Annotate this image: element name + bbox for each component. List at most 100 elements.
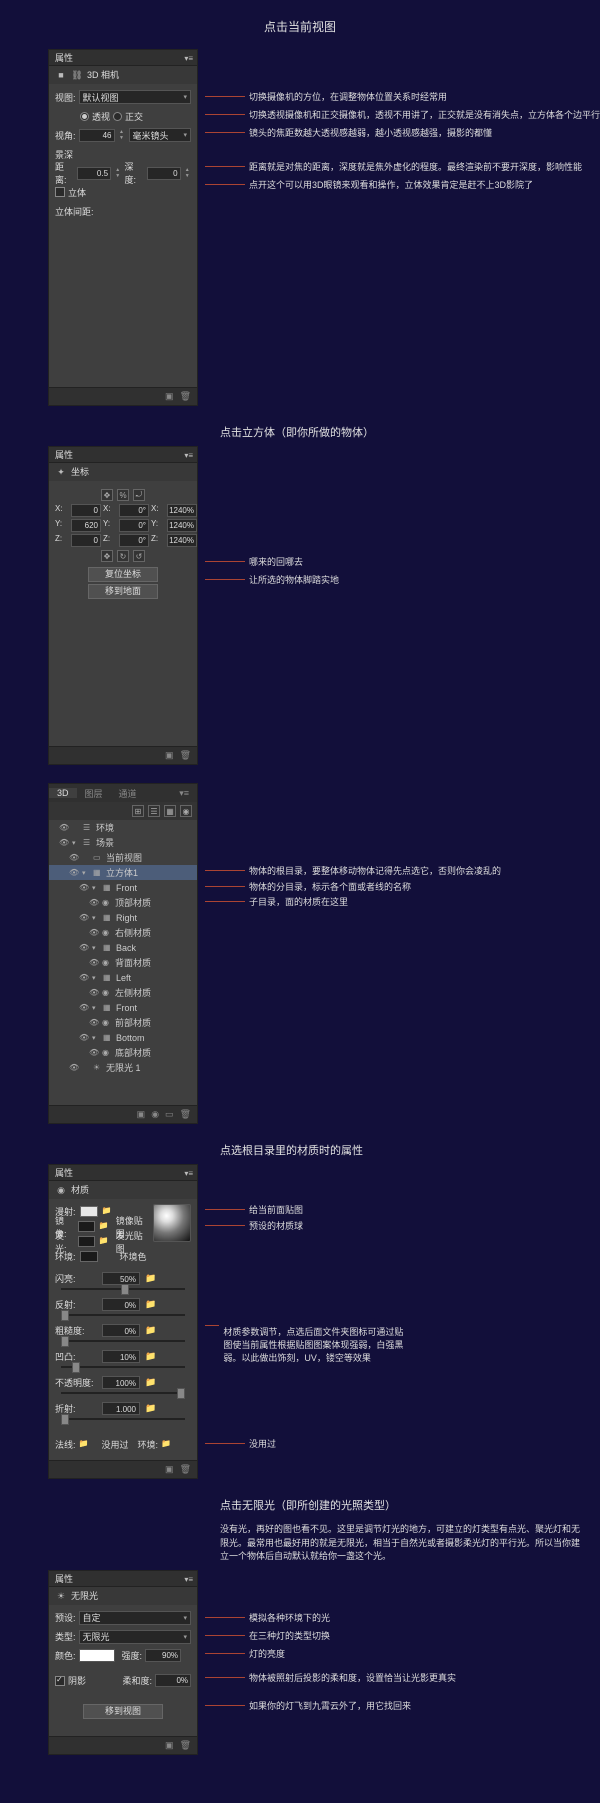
tool-icon[interactable]: ✥ bbox=[101, 550, 113, 562]
eye-icon[interactable]: 👁 bbox=[79, 1033, 89, 1043]
reflect-input[interactable]: 0% bbox=[102, 1298, 140, 1311]
trash-icon[interactable]: 🗑 bbox=[180, 1464, 191, 1475]
expand-icon[interactable]: ▾ bbox=[92, 914, 100, 922]
shadow-checkbox[interactable] bbox=[55, 1676, 65, 1686]
tree-left[interactable]: 👁▾▦Left bbox=[49, 970, 197, 985]
tree-top-mat[interactable]: 👁◉顶部材质 bbox=[49, 895, 197, 910]
rough-input[interactable]: 0% bbox=[102, 1324, 140, 1337]
refract-slider[interactable] bbox=[61, 1418, 185, 1420]
tree-front[interactable]: 👁▾▦Front bbox=[49, 880, 197, 895]
distance-spinner[interactable]: ▲▼ bbox=[114, 167, 121, 180]
folder-icon[interactable]: 📁 bbox=[145, 1273, 159, 1284]
filter-icon[interactable]: ⊞ bbox=[132, 805, 144, 817]
light-preset-select[interactable]: 自定▾ bbox=[79, 1611, 191, 1625]
footer-icon[interactable]: ▣ bbox=[165, 391, 174, 402]
footer-icon[interactable]: ▣ bbox=[165, 1740, 174, 1751]
expand-icon[interactable]: ▾ bbox=[92, 884, 100, 892]
eye-icon[interactable]: 👁 bbox=[89, 1048, 99, 1058]
tree-cube[interactable]: 👁▾▦立方体1 bbox=[49, 865, 197, 880]
tree-back-mat[interactable]: 👁◉背面材质 bbox=[49, 955, 197, 970]
move-view-button[interactable]: 移到视图 bbox=[83, 1704, 163, 1719]
radio-perspective[interactable] bbox=[80, 112, 89, 121]
folder-icon[interactable]: 📁 bbox=[99, 1221, 112, 1232]
eye-icon[interactable]: 👁 bbox=[79, 913, 89, 923]
tree-right-mat[interactable]: 👁◉右侧材质 bbox=[49, 925, 197, 940]
tree-front-mat[interactable]: 👁◉前部材质 bbox=[49, 1015, 197, 1030]
eye-icon[interactable]: 👁 bbox=[69, 1063, 79, 1073]
view-select[interactable]: 默认视图▾ bbox=[79, 90, 191, 104]
eye-icon[interactable]: 👁 bbox=[59, 838, 69, 848]
scale-y-input[interactable]: 1240% bbox=[167, 519, 197, 532]
eye-icon[interactable]: 👁 bbox=[89, 1018, 99, 1028]
reflect-slider[interactable] bbox=[61, 1314, 185, 1316]
expand-icon[interactable]: ▾ bbox=[82, 869, 90, 877]
eye-icon[interactable]: 👁 bbox=[89, 958, 99, 968]
folder-icon[interactable]: 📁 bbox=[79, 1439, 93, 1450]
panel-menu-icon[interactable]: ▾≡ bbox=[184, 1572, 193, 1588]
depth-spinner[interactable]: ▲▼ bbox=[184, 167, 191, 180]
folder-icon[interactable]: 📁 bbox=[145, 1351, 159, 1362]
footer-icon[interactable]: ▣ bbox=[137, 1109, 146, 1120]
tree-light[interactable]: 👁☀无限光 1 bbox=[49, 1060, 197, 1075]
intensity-input[interactable]: 90% bbox=[145, 1649, 181, 1662]
reset-coord-button[interactable]: 复位坐标 bbox=[88, 567, 158, 582]
rotate-icon[interactable]: ⤾ bbox=[133, 489, 145, 501]
trash-icon[interactable]: 🗑 bbox=[180, 391, 191, 402]
pos-z-input[interactable]: 0 bbox=[71, 534, 101, 547]
expand-icon[interactable]: ▾ bbox=[92, 1034, 100, 1042]
fov-input[interactable]: 46 bbox=[79, 129, 115, 142]
tree-bottom-mat[interactable]: 👁◉底部材质 bbox=[49, 1045, 197, 1060]
panel-menu-icon[interactable]: ▾≡ bbox=[184, 51, 193, 67]
panel-menu-icon[interactable]: ▾≡ bbox=[184, 448, 193, 464]
tool-icon[interactable]: ↻ bbox=[117, 550, 129, 562]
tree-env[interactable]: 👁☰环境 bbox=[49, 820, 197, 835]
scale-x-input[interactable]: 1240% bbox=[167, 504, 197, 517]
refract-input[interactable]: 1.000 bbox=[102, 1402, 140, 1415]
tree-bottom[interactable]: 👁▾▦Bottom bbox=[49, 1030, 197, 1045]
rough-slider[interactable] bbox=[61, 1340, 185, 1342]
expand-icon[interactable]: ▾ bbox=[92, 944, 100, 952]
folder-icon[interactable]: 📁 bbox=[145, 1403, 159, 1414]
folder-icon[interactable]: 📁 bbox=[145, 1377, 159, 1388]
eye-icon[interactable]: 👁 bbox=[89, 928, 99, 938]
footer-icon[interactable]: ▣ bbox=[165, 750, 174, 761]
pos-y-input[interactable]: 620 bbox=[71, 519, 101, 532]
tab-3d[interactable]: 3D bbox=[49, 788, 77, 798]
bump-slider[interactable] bbox=[61, 1366, 185, 1368]
tab-channels[interactable]: 通道 bbox=[111, 787, 145, 800]
folder-icon[interactable]: 📁 bbox=[99, 1236, 112, 1247]
ambient-swatch[interactable] bbox=[80, 1251, 98, 1262]
expand-icon[interactable]: ▾ bbox=[72, 839, 80, 847]
tree-back[interactable]: 👁▾▦Back bbox=[49, 940, 197, 955]
eye-icon[interactable]: 👁 bbox=[69, 868, 79, 878]
eye-icon[interactable]: 👁 bbox=[79, 973, 89, 983]
depth-input[interactable]: 0 bbox=[147, 167, 181, 180]
light-color-swatch[interactable] bbox=[79, 1649, 115, 1662]
move-icon[interactable]: ✥ bbox=[101, 489, 113, 501]
eye-icon[interactable]: 👁 bbox=[79, 943, 89, 953]
eye-icon[interactable]: 👁 bbox=[89, 988, 99, 998]
scale-z-input[interactable]: 1240% bbox=[167, 534, 197, 547]
panel-menu-icon[interactable]: ▾≡ bbox=[171, 788, 197, 799]
panel-menu-icon[interactable]: ▾≡ bbox=[184, 1166, 193, 1182]
specular-swatch[interactable] bbox=[78, 1221, 95, 1232]
expand-icon[interactable]: ▾ bbox=[92, 1004, 100, 1012]
eye-icon[interactable]: 👁 bbox=[89, 898, 99, 908]
trash-icon[interactable]: 🗑 bbox=[180, 750, 191, 761]
folder-icon[interactable]: 📁 bbox=[161, 1439, 175, 1450]
tree-scene[interactable]: 👁▾☰场景 bbox=[49, 835, 197, 850]
radio-orthographic[interactable] bbox=[113, 112, 122, 121]
opacity-input[interactable]: 100% bbox=[102, 1376, 140, 1389]
eye-icon[interactable]: 👁 bbox=[79, 1003, 89, 1013]
eye-icon[interactable]: 👁 bbox=[79, 883, 89, 893]
pos-x-input[interactable]: 0 bbox=[71, 504, 101, 517]
expand-icon[interactable]: ▾ bbox=[92, 974, 100, 982]
light-type-select[interactable]: 无限光▾ bbox=[79, 1630, 191, 1644]
opacity-slider[interactable] bbox=[61, 1392, 185, 1394]
folder-icon[interactable]: 📁 bbox=[102, 1206, 116, 1217]
move-ground-button[interactable]: 移到地面 bbox=[88, 584, 158, 599]
footer-icon[interactable]: ◉ bbox=[151, 1109, 159, 1120]
stereo-checkbox[interactable] bbox=[55, 187, 65, 197]
soft-input[interactable]: 0% bbox=[155, 1674, 191, 1687]
tree-front2[interactable]: 👁▾▦Front bbox=[49, 1000, 197, 1015]
